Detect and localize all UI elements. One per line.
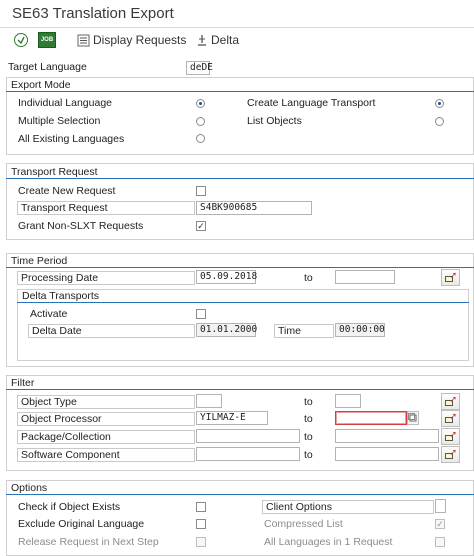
display-requests-button[interactable]: Display Requests bbox=[77, 33, 186, 47]
multiple-selection-icon: ➚ bbox=[445, 270, 457, 282]
export-mode-title: Export Mode bbox=[11, 79, 71, 91]
object-type-to-field[interactable] bbox=[335, 394, 361, 408]
object-type-from-field[interactable] bbox=[196, 394, 222, 408]
all-languages-in-1-request-label: All Languages in 1 Request bbox=[264, 536, 393, 548]
display-requests-label: Display Requests bbox=[93, 33, 187, 47]
client-options-field[interactable] bbox=[435, 499, 446, 513]
check-if-object-exists-checkbox[interactable] bbox=[196, 502, 206, 512]
list-objects-label: List Objects bbox=[247, 115, 302, 127]
multiple-selection-icon: ➚ bbox=[445, 429, 457, 441]
object-type-to-label: to bbox=[304, 396, 313, 408]
software-component-multiple-selection-button[interactable]: ➚ bbox=[441, 446, 460, 463]
title-divider bbox=[0, 27, 474, 28]
target-language-label: Target Language bbox=[5, 61, 187, 75]
delta-label: Delta bbox=[211, 33, 240, 47]
value-help-button[interactable] bbox=[407, 411, 419, 425]
transport-request-title: Transport Request bbox=[11, 166, 98, 178]
transport-request-line bbox=[6, 178, 474, 179]
transport-request-label: Transport Request bbox=[17, 201, 195, 215]
individual-language-radio[interactable] bbox=[196, 99, 205, 108]
all-existing-languages-radio[interactable] bbox=[196, 134, 205, 143]
options-title: Options bbox=[11, 482, 48, 494]
check-if-object-exists-label: Check if Object Exists bbox=[18, 501, 121, 513]
processing-date-to-field[interactable] bbox=[335, 270, 395, 284]
object-type-label: Object Type bbox=[17, 395, 195, 409]
processing-date-from-field[interactable]: 05.09.2018 bbox=[196, 270, 257, 284]
list-objects-radio[interactable] bbox=[435, 117, 444, 126]
package-collection-from-field[interactable] bbox=[196, 429, 300, 443]
object-processor-label: Object Processor bbox=[17, 412, 195, 426]
delta-icon bbox=[198, 34, 206, 46]
compressed-list-checkbox[interactable]: ✓ bbox=[435, 519, 445, 529]
compressed-list-label: Compressed List bbox=[264, 518, 343, 530]
create-new-request-checkbox[interactable] bbox=[196, 186, 206, 196]
package-collection-label: Package/Collection bbox=[17, 430, 195, 444]
multiple-selection-icon: ➚ bbox=[445, 394, 457, 406]
delta-button[interactable]: Delta bbox=[196, 33, 239, 47]
object-processor-to-field[interactable] bbox=[335, 411, 407, 425]
software-component-to-field[interactable] bbox=[335, 447, 439, 461]
processing-date-label: Processing Date bbox=[17, 271, 195, 285]
transport-request-field[interactable]: S4BK900685 bbox=[196, 201, 312, 215]
time-label: Time bbox=[274, 324, 334, 338]
filter-line bbox=[6, 389, 474, 390]
filter-title: Filter bbox=[11, 377, 35, 389]
delta-date-label: Delta Date bbox=[28, 324, 195, 338]
time-period-line bbox=[6, 267, 474, 268]
software-component-label: Software Component bbox=[17, 448, 195, 462]
object-processor-from-field[interactable]: YILMAZ-E bbox=[196, 411, 268, 425]
time-period-title: Time Period bbox=[11, 255, 68, 267]
all-languages-in-1-request-checkbox[interactable] bbox=[435, 537, 445, 547]
exclude-original-language-label: Exclude Original Language bbox=[18, 518, 145, 530]
processing-date-multiple-selection-button[interactable]: ➚ bbox=[441, 269, 460, 286]
exclude-original-language-checkbox[interactable] bbox=[196, 519, 206, 529]
release-request-label: Release Request in Next Step bbox=[18, 536, 159, 548]
object-type-multiple-selection-button[interactable]: ➚ bbox=[441, 393, 460, 410]
job-icon: JOB bbox=[38, 32, 56, 48]
grant-non-slxt-checkbox[interactable]: ✓ bbox=[196, 221, 206, 231]
list-icon bbox=[77, 34, 90, 46]
package-collection-multiple-selection-button[interactable]: ➚ bbox=[441, 428, 460, 445]
execute-button[interactable] bbox=[14, 33, 28, 47]
release-request-checkbox[interactable] bbox=[196, 537, 206, 547]
processing-date-to-label: to bbox=[304, 272, 313, 284]
delta-transports-title: Delta Transports bbox=[22, 290, 100, 302]
target-language-field[interactable]: deDE bbox=[186, 61, 213, 75]
individual-language-label: Individual Language bbox=[18, 97, 112, 109]
object-processor-multiple-selection-button[interactable]: ➚ bbox=[441, 410, 460, 427]
multiple-selection-radio[interactable] bbox=[196, 117, 205, 126]
multiple-selection-icon: ➚ bbox=[445, 411, 457, 423]
multiple-selection-icon: ➚ bbox=[445, 447, 457, 459]
export-mode-line bbox=[6, 91, 474, 92]
package-collection-to-label: to bbox=[304, 431, 313, 443]
package-collection-to-field[interactable] bbox=[335, 429, 439, 443]
delta-transports-line bbox=[17, 302, 469, 303]
activate-label: Activate bbox=[30, 308, 68, 320]
software-component-from-field[interactable] bbox=[196, 447, 300, 461]
object-processor-to-label: to bbox=[304, 413, 313, 425]
create-new-request-label: Create New Request bbox=[18, 185, 116, 197]
options-line bbox=[6, 494, 474, 495]
time-field[interactable]: 00:00:00 bbox=[335, 323, 385, 337]
create-language-transport-label: Create Language Transport bbox=[247, 97, 376, 109]
create-language-transport-radio[interactable] bbox=[435, 99, 444, 108]
client-options-label: Client Options bbox=[262, 500, 434, 514]
all-existing-languages-label: All Existing Languages bbox=[18, 133, 125, 145]
multiple-selection-label: Multiple Selection bbox=[18, 115, 101, 127]
window-title: SE63 Translation Export bbox=[12, 5, 174, 22]
grant-non-slxt-label: Grant Non-SLXT Requests bbox=[18, 220, 144, 232]
job-button[interactable]: JOB bbox=[38, 32, 56, 48]
software-component-to-label: to bbox=[304, 449, 313, 461]
delta-date-field[interactable]: 01.01.2000 bbox=[196, 323, 257, 337]
activate-checkbox[interactable] bbox=[196, 309, 206, 319]
execute-icon bbox=[14, 33, 28, 47]
value-help-icon bbox=[408, 413, 417, 422]
